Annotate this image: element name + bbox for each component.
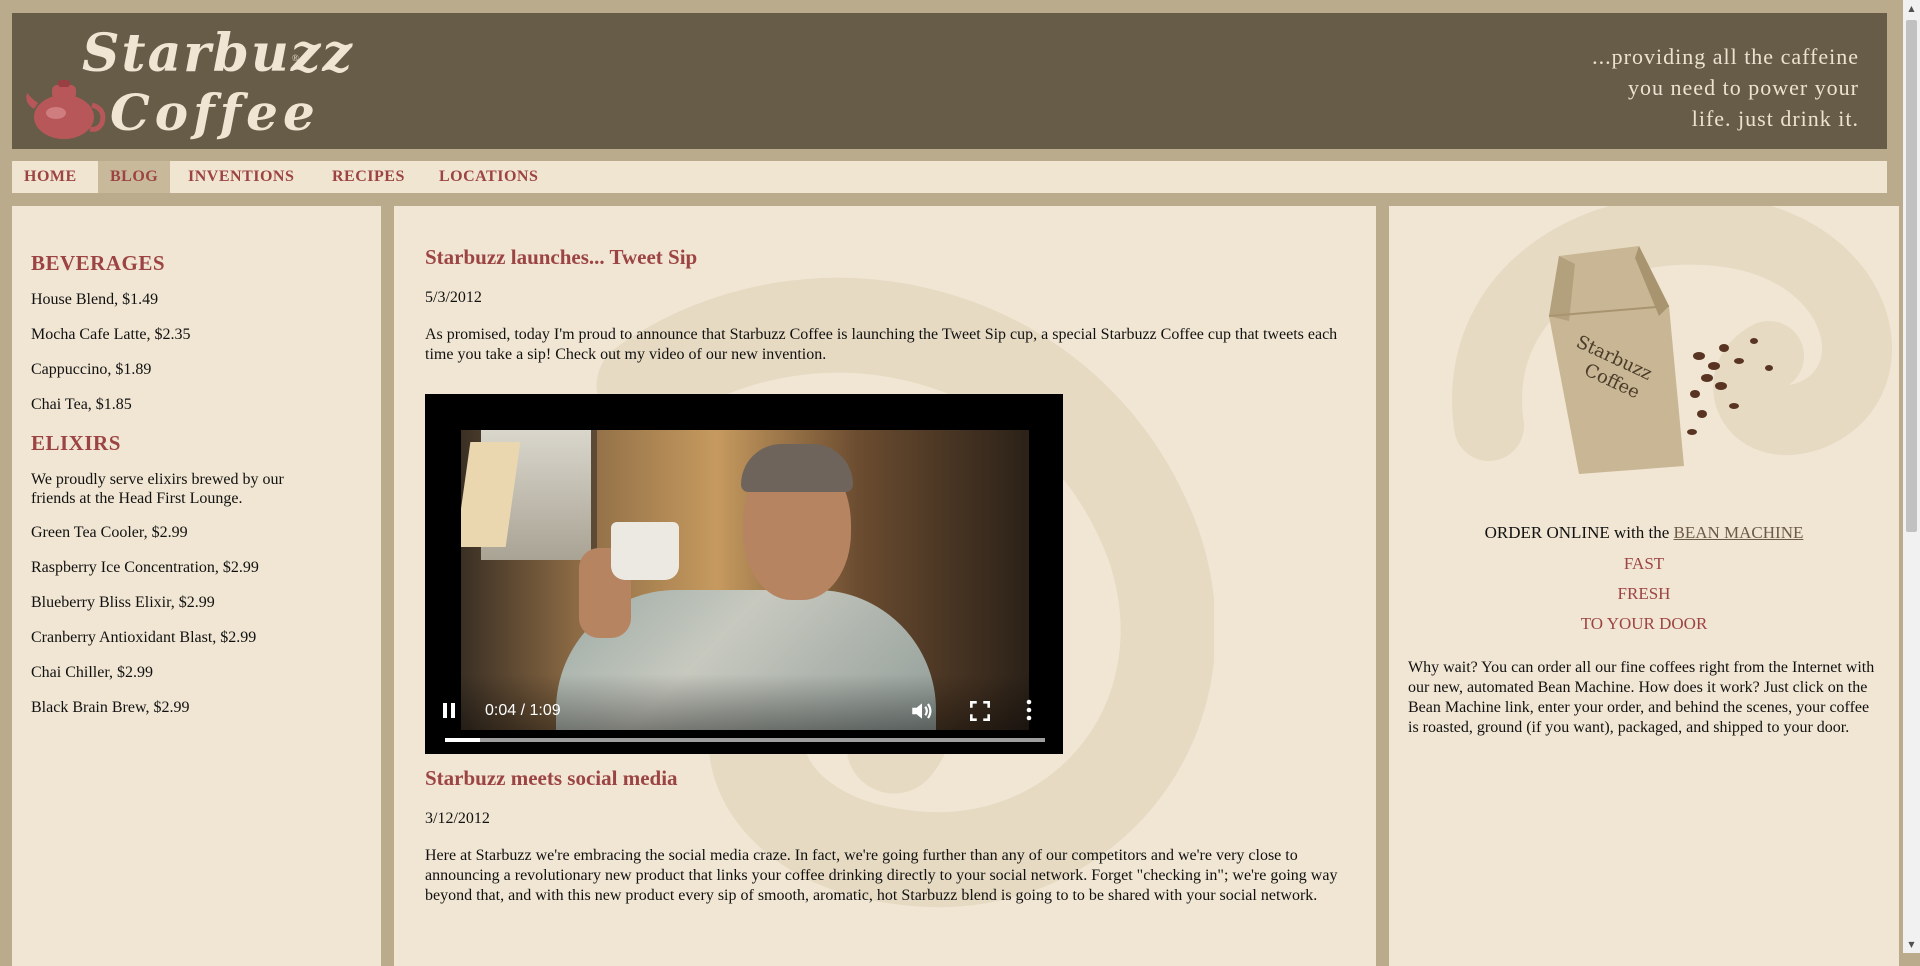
beverage-item: Mocha Cafe Latte, $2.35 [31, 326, 191, 343]
logo-trademark: ® [292, 53, 299, 63]
nav-item-locations[interactable]: LOCATIONS [427, 161, 550, 193]
scroll-up-arrow-icon[interactable]: ▲ [1903, 0, 1920, 17]
order-online-line: ORDER ONLINE with the BEAN MACHINE [1389, 523, 1899, 543]
order-tagline: FAST [1623, 554, 1665, 573]
nav-item-recipes[interactable]: RECIPES [320, 161, 417, 193]
beverage-item: Cappuccino, $1.89 [31, 361, 152, 378]
elixir-item: Raspberry Ice Concentration, $2.99 [31, 559, 259, 576]
elixir-item: Black Brain Brew, $2.99 [31, 699, 190, 716]
post-body: As promised, today I'm proud to announce… [425, 326, 1338, 363]
main-content: Starbuzz launches... Tweet Sip 5/3/2012 … [394, 206, 1376, 966]
more-options-icon[interactable] [1021, 696, 1037, 724]
scroll-thumb[interactable] [1906, 20, 1917, 532]
video-scene-mug [611, 522, 679, 580]
volume-icon[interactable] [909, 698, 935, 724]
teapot-icon [26, 80, 106, 139]
tagline-line: you need to power your [1628, 75, 1859, 100]
order-description: Why wait? You can order all our fine cof… [1408, 659, 1875, 736]
post-title: Starbuzz launches... Tweet Sip [425, 245, 698, 269]
post-title: Starbuzz meets social media [425, 766, 678, 790]
header-tagline: ...providing all the caffeine you need t… [1592, 41, 1859, 134]
video-progress-track[interactable] [445, 738, 1045, 742]
starbuzz-logo[interactable]: Starbuzz ® Coffee [16, 17, 352, 147]
post-date: 5/3/2012 [425, 289, 482, 306]
post-date: 3/12/2012 [425, 810, 490, 827]
beverages-heading: BEVERAGES [31, 251, 166, 275]
pause-icon[interactable] [439, 699, 461, 723]
page: Starbuzz ® Coffee ...providing all the c… [12, 13, 1899, 966]
elixir-item: Chai Chiller, $2.99 [31, 664, 154, 681]
elixirs-intro: We proudly serve elixirs brewed by our f… [31, 471, 284, 507]
post-body: Here at Starbuzz we're embracing the soc… [425, 847, 1338, 904]
main-nav: HOME BLOG INVENTIONS RECIPES LOCATIONS [12, 161, 1887, 193]
order-online-text: ORDER ONLINE with the [1484, 523, 1674, 542]
bean-machine-link[interactable]: BEAN MACHINE [1674, 523, 1804, 542]
order-panel: Starbuzz Coffee ORDER ONLINE with the BE… [1389, 206, 1899, 966]
video-scene-hair [741, 444, 853, 492]
nav-item-home[interactable]: HOME [12, 161, 89, 193]
beverage-item: Chai Tea, $1.85 [31, 396, 132, 413]
header: Starbuzz ® Coffee ...providing all the c… [12, 13, 1887, 149]
tagline-line: life. just drink it. [1691, 106, 1859, 131]
video-progress-fill [445, 738, 480, 742]
elixir-item: Blueberry Bliss Elixir, $2.99 [31, 594, 215, 611]
elixirs-heading: ELIXIRS [31, 431, 121, 455]
fullscreen-icon[interactable] [967, 698, 993, 724]
video-controls: 0:04 / 1:09 [425, 674, 1063, 754]
video-player[interactable]: 0:04 / 1:09 [425, 394, 1063, 754]
logo-text-coffee: Coffee [110, 83, 320, 142]
order-tagline: FRESH [1617, 584, 1671, 603]
coffee-bag-image: Starbuzz Coffee [1548, 246, 1773, 474]
elixir-item: Cranberry Antioxidant Blast, $2.99 [31, 629, 257, 646]
beverage-item: House Blend, $1.49 [31, 291, 159, 308]
page-scrollbar[interactable]: ▲ ▼ [1903, 0, 1920, 953]
elixir-item: Green Tea Cooler, $2.99 [31, 524, 188, 541]
video-time: 0:04 / 1:09 [485, 702, 561, 719]
scroll-down-arrow-icon[interactable]: ▼ [1903, 936, 1920, 953]
nav-item-inventions[interactable]: INVENTIONS [176, 161, 306, 193]
order-tagline: TO YOUR DOOR [1580, 614, 1708, 633]
nav-item-blog[interactable]: BLOG [98, 161, 171, 193]
logo-text-starbuzz: Starbuzz [82, 23, 354, 84]
tagline-line: ...providing all the caffeine [1592, 44, 1859, 69]
sidebar: BEVERAGES House Blend, $1.49 Mocha Cafe … [12, 206, 381, 966]
